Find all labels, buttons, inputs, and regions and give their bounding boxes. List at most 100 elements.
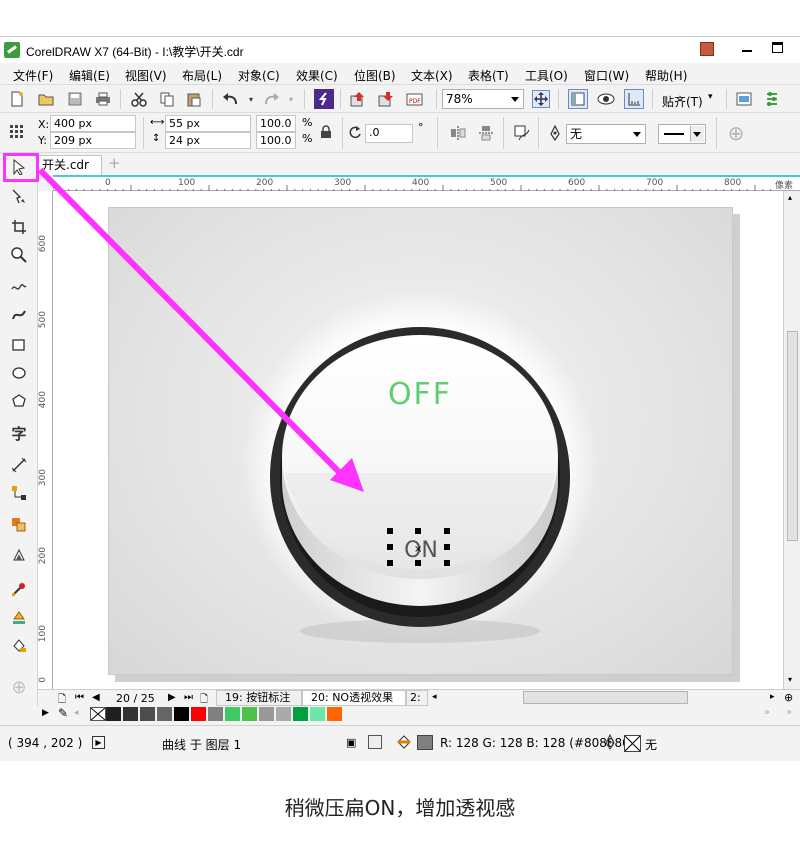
menu-help[interactable]: 帮助(H) [645, 67, 687, 84]
text-tool-icon[interactable]: 字 [9, 423, 29, 443]
palette-scroll-icon[interactable]: ▶ [42, 708, 49, 718]
menu-view[interactable]: 视图(V) [125, 67, 167, 84]
vertical-ruler[interactable]: 600 500 400 300 200 100 0 [38, 191, 53, 689]
color-swatch[interactable] [140, 707, 156, 721]
color-swatch[interactable] [276, 707, 292, 721]
undo-icon[interactable] [222, 90, 240, 108]
color-swatch[interactable] [123, 707, 139, 721]
drawing-canvas[interactable]: OFF ON × [53, 191, 783, 689]
page-tab-19[interactable]: 19: 按钮标注 [216, 690, 302, 706]
zoom-navigator-icon[interactable]: ⊕ [784, 691, 793, 704]
color-swatch[interactable] [157, 707, 173, 721]
lock-ratio-icon[interactable] [317, 123, 335, 141]
options-icon[interactable] [763, 90, 781, 108]
polygon-tool-icon[interactable] [9, 391, 29, 411]
color-swatch[interactable] [174, 707, 190, 721]
parallel-dimension-tool-icon[interactable] [9, 455, 29, 475]
customize-toolbox-icon[interactable]: ⊕ [9, 677, 29, 698]
snap-to-label[interactable]: 贴齐(T) [662, 93, 703, 110]
paste-icon[interactable] [185, 90, 203, 108]
scroll-left-icon[interactable]: ◂ [432, 692, 437, 702]
scroll-down-icon[interactable]: ▾ [788, 675, 792, 684]
view-icon[interactable] [597, 90, 615, 108]
zoom-to-page-icon[interactable] [532, 90, 550, 108]
vertical-scroll-thumb[interactable] [787, 331, 798, 541]
outline-width-select[interactable]: 无 [566, 124, 646, 144]
convert-to-curves-icon[interactable] [513, 124, 531, 142]
last-page-icon[interactable]: ⏭ [184, 692, 193, 703]
color-swatch[interactable] [310, 707, 326, 721]
scale-height-field[interactable]: 100.0 [256, 132, 296, 149]
scale-width-field[interactable]: 100.0 [256, 115, 296, 132]
menu-edit[interactable]: 编辑(E) [69, 67, 110, 84]
palette-prev-icon[interactable]: ◂ [74, 708, 79, 718]
mirror-horizontal-icon[interactable] [449, 124, 467, 142]
mirror-vertical-icon[interactable] [477, 124, 495, 142]
color-proof-icon[interactable] [368, 735, 382, 749]
menu-window[interactable]: 窗口(W) [584, 67, 629, 84]
full-screen-icon[interactable] [568, 89, 588, 109]
freehand-tool-icon[interactable] [9, 277, 29, 297]
menu-text[interactable]: 文本(X) [411, 67, 453, 84]
app-launcher-icon[interactable] [735, 90, 753, 108]
eyedropper-icon[interactable]: ✎ [58, 706, 68, 720]
rotation-field[interactable]: .0 [365, 124, 413, 143]
y-position-field[interactable]: 209 px [50, 132, 136, 149]
menu-tools[interactable]: 工具(O) [525, 67, 568, 84]
redo-dropdown-icon[interactable]: ▾ [282, 90, 300, 108]
object-origin-icon[interactable] [8, 123, 26, 141]
color-swatch[interactable] [208, 707, 224, 721]
print-icon[interactable] [94, 90, 112, 108]
transparency-tool-icon[interactable] [9, 545, 29, 565]
menu-bitmaps[interactable]: 位图(B) [354, 67, 396, 84]
width-field[interactable]: 55 px [165, 115, 251, 132]
zoom-tool-icon[interactable] [9, 245, 29, 265]
no-color-swatch[interactable] [90, 707, 106, 721]
line-style-select[interactable] [658, 124, 706, 144]
redo-icon[interactable] [262, 90, 280, 108]
color-swatch[interactable] [106, 707, 122, 721]
color-swatch[interactable] [259, 707, 275, 721]
rectangle-tool-icon[interactable] [9, 335, 29, 355]
palette-expand-icon[interactable]: » [764, 707, 770, 718]
fill-color-swatch[interactable] [417, 735, 433, 750]
publish-pdf-icon[interactable]: PDF [406, 90, 424, 108]
height-field[interactable]: 24 px [165, 132, 251, 149]
shape-tool-icon[interactable] [9, 187, 29, 207]
undo-dropdown-icon[interactable]: ▾ [242, 90, 260, 108]
corel-connect-icon[interactable] [314, 89, 334, 109]
copy-icon[interactable] [158, 90, 176, 108]
menu-file[interactable]: 文件(F) [13, 67, 53, 84]
minimize-button[interactable] [742, 50, 752, 52]
color-swatch[interactable] [293, 707, 309, 721]
connector-tool-icon[interactable] [9, 483, 29, 503]
interactive-effects-tool-icon[interactable] [9, 515, 29, 535]
document-color-icon[interactable]: ▣ [346, 736, 356, 749]
new-tab-button[interactable]: + [108, 154, 121, 172]
color-swatch[interactable] [191, 707, 207, 721]
save-icon[interactable] [66, 90, 84, 108]
interactive-fill-tool-icon[interactable] [9, 607, 29, 627]
maximize-button[interactable] [772, 42, 783, 53]
zoom-level-select[interactable]: 78% [442, 89, 524, 109]
user-account-icon[interactable] [700, 42, 714, 56]
import-icon[interactable] [350, 90, 368, 108]
smart-fill-tool-icon[interactable] [9, 635, 29, 655]
page-tab-20[interactable]: 20: NO透视效果 [302, 690, 406, 706]
color-swatch[interactable] [225, 707, 241, 721]
new-icon[interactable] [8, 90, 26, 108]
switch-artwork[interactable]: OFF ON × [53, 191, 783, 689]
palette-more-icon[interactable]: » [786, 707, 792, 718]
menu-table[interactable]: 表格(T) [468, 67, 509, 84]
open-icon[interactable] [37, 90, 55, 108]
artistic-media-tool-icon[interactable] [9, 305, 29, 325]
x-position-field[interactable]: 400 px [50, 115, 136, 132]
horizontal-scroll-thumb[interactable] [523, 691, 688, 704]
scroll-right-icon[interactable]: ▸ [770, 692, 775, 702]
crop-tool-icon[interactable] [9, 217, 29, 237]
scroll-up-icon[interactable]: ▴ [788, 193, 792, 202]
color-swatch[interactable] [242, 707, 258, 721]
color-eyedropper-tool-icon[interactable] [9, 579, 29, 599]
status-play-icon[interactable]: ▶ [92, 736, 105, 749]
horizontal-ruler[interactable]: 0 100 200 300 400 500 600 700 800 像素 [53, 175, 800, 192]
